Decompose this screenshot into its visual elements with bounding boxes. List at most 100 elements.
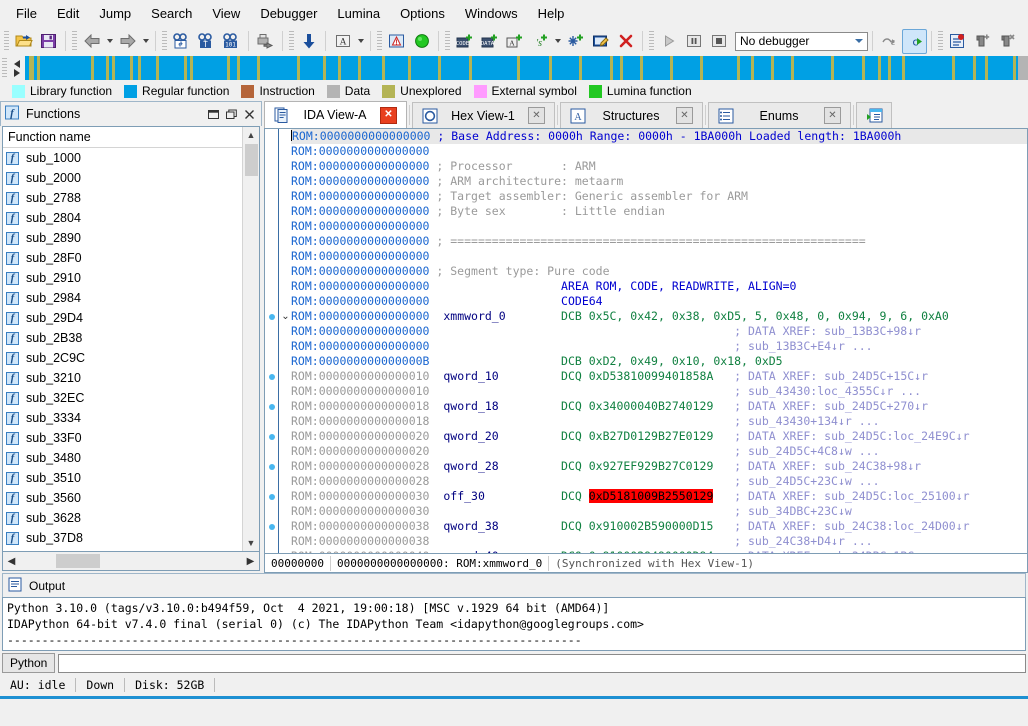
disasm-line[interactable]: ROM:000000000000000B DCB 0xD2, 0x49, 0x1…	[291, 354, 1027, 369]
list-item[interactable]: f sub_3334	[3, 408, 242, 428]
highlighted-operand[interactable]: 0xD5181009B2550129	[589, 489, 714, 503]
tab-close-button[interactable]: ✕	[824, 107, 841, 124]
list-item[interactable]: f sub_2984	[3, 288, 242, 308]
menu-item-options[interactable]: Options	[390, 2, 455, 25]
tab-imports[interactable]	[856, 102, 892, 128]
disasm-line[interactable]: ROM:0000000000000020 qword_20 DCQ 0xB27D…	[291, 429, 1027, 444]
navband-left-icon[interactable]	[14, 60, 20, 68]
menu-item-file[interactable]: File	[6, 2, 47, 25]
green-circle-icon[interactable]	[409, 29, 434, 54]
stop-icon[interactable]	[706, 29, 731, 54]
disasm-line[interactable]: ROM:0000000000000028 qword_28 DCQ 0x927E…	[291, 459, 1027, 474]
functions-vscrollbar[interactable]: ▲ ▼	[242, 127, 259, 551]
search-imm-icon[interactable]: 101	[219, 29, 244, 54]
list-item[interactable]: f sub_2000	[3, 168, 242, 188]
menu-item-view[interactable]: View	[202, 2, 250, 25]
tab-structures[interactable]: AStructures✕	[560, 102, 703, 128]
functions-column-header[interactable]: Function name	[3, 127, 242, 148]
scroll-left-icon[interactable]: ◀	[3, 553, 20, 570]
menu-item-edit[interactable]: Edit	[47, 2, 89, 25]
scroll-thumb[interactable]	[245, 144, 258, 176]
disasm-line[interactable]: ROM:0000000000000038 qword_38 DCQ 0x9100…	[291, 519, 1027, 534]
disasm-line[interactable]: ROM:0000000000000000	[291, 219, 1027, 234]
run-icon[interactable]	[656, 29, 681, 54]
list-item[interactable]: f sub_2890	[3, 228, 242, 248]
disasm-line[interactable]: ROM:0000000000000000 AREA ROM, CODE, REA…	[291, 279, 1027, 294]
make-code-icon[interactable]: CODE	[452, 29, 477, 54]
scroll-up-icon[interactable]: ▲	[243, 127, 259, 143]
disasm-line[interactable]: ROM:0000000000000000 CODE64	[291, 294, 1027, 309]
disasm-line[interactable]: ROM:0000000000000000 ; sub_13B3C+E4↓r ..…	[291, 339, 1027, 354]
disasm-line[interactable]: ROM:0000000000000000 ; =================…	[291, 234, 1027, 249]
list-item[interactable]: f sub_3480	[3, 448, 242, 468]
disasm-line[interactable]: ROM:0000000000000000	[291, 144, 1027, 159]
add-bp-icon[interactable]	[970, 29, 995, 54]
cli-input[interactable]	[58, 654, 1026, 673]
disasm-line[interactable]: ROM:0000000000000018 ; sub_43430+134↓r .…	[291, 414, 1027, 429]
disasm-line[interactable]: ROM:0000000000000000 ; Byte sex : Little…	[291, 204, 1027, 219]
disasm-line[interactable]: ROM:0000000000000040 qword_40 DCQ 0x9100…	[291, 549, 1027, 553]
list-item[interactable]: f sub_33F0	[3, 428, 242, 448]
disasm-line[interactable]: ROM:0000000000000018 qword_18 DCQ 0x3400…	[291, 399, 1027, 414]
search-text-icon[interactable]: T	[194, 29, 219, 54]
list-item[interactable]: f sub_32EC	[3, 388, 242, 408]
warning-icon[interactable]: !	[384, 29, 409, 54]
functions-rows[interactable]: f sub_1000 f sub_2000 f sub_2788 f sub_2…	[3, 148, 242, 551]
collapse-gutter[interactable]: ⌄	[279, 129, 291, 553]
functions-list[interactable]: Function name f sub_1000 f sub_2000 f su…	[2, 126, 260, 552]
navband-arrows[interactable]	[9, 56, 25, 80]
disasm-line[interactable]: ROM:0000000000000000 xmmword_0 DCB 0x5C,…	[291, 309, 1027, 324]
close-button[interactable]	[240, 106, 258, 123]
open-icon[interactable]	[11, 29, 36, 54]
disassembly-view[interactable]: ⌄ ROM:0000000000000000 ; Base Address: 0…	[264, 128, 1028, 554]
menu-item-windows[interactable]: Windows	[455, 2, 528, 25]
output-log[interactable]: Python 3.10.0 (tags/v3.10.0:b494f59, Oct…	[2, 597, 1026, 651]
list-item[interactable]: f sub_3628	[3, 508, 242, 528]
menu-item-debugger[interactable]: Debugger	[250, 2, 327, 25]
save-icon[interactable]	[36, 29, 61, 54]
back-dropdown-icon[interactable]	[104, 31, 115, 51]
make-struct-icon[interactable]: 's	[527, 29, 552, 54]
tab-close-button[interactable]: ✕	[528, 107, 545, 124]
list-item[interactable]: f sub_2804	[3, 208, 242, 228]
del-bp-icon[interactable]	[995, 29, 1020, 54]
disasm-line[interactable]: ROM:0000000000000028 ; sub_24D5C+23C↓w .…	[291, 474, 1027, 489]
delete-icon[interactable]	[613, 29, 638, 54]
list-item[interactable]: f sub_2910	[3, 268, 242, 288]
tab-ida-view-a[interactable]: IDA View-A✕	[264, 101, 407, 128]
forward-icon[interactable]	[115, 29, 140, 54]
disasm-line[interactable]: ROM:0000000000000000 ; Processor : ARM	[291, 159, 1027, 174]
edit-func-icon[interactable]	[588, 29, 613, 54]
list-item[interactable]: f sub_37D8	[3, 528, 242, 548]
disasm-line[interactable]: ROM:0000000000000000	[291, 249, 1027, 264]
disasm-line[interactable]: ROM:0000000000000020 ; sub_24D5C+4C8↓w .…	[291, 444, 1027, 459]
make-struct-dropdown-icon[interactable]	[552, 31, 563, 51]
maximize-button[interactable]	[222, 106, 240, 123]
tab-close-button[interactable]: ✕	[380, 107, 397, 124]
disasm-line[interactable]: ROM:0000000000000000 ; Segment type: Pur…	[291, 264, 1027, 279]
list-item[interactable]: f sub_2B38	[3, 328, 242, 348]
step-into-icon[interactable]: c	[902, 29, 927, 54]
chevron-down-icon[interactable]	[850, 33, 867, 50]
disasm-line[interactable]: ROM:0000000000000010 qword_10 DCQ 0xD538…	[291, 369, 1027, 384]
disasm-line[interactable]: ROM:0000000000000000 ; Target assembler:…	[291, 189, 1027, 204]
breakpoints-icon[interactable]	[945, 29, 970, 54]
list-item[interactable]: f sub_2C9C	[3, 348, 242, 368]
forward-dropdown-icon[interactable]	[140, 31, 151, 51]
collapse-chevron-icon[interactable]: ⌄	[280, 309, 291, 324]
disasm-line[interactable]: ROM:0000000000000030 off_30 DCQ 0xD51810…	[291, 489, 1027, 504]
menu-item-jump[interactable]: Jump	[89, 2, 141, 25]
make-ascii-icon[interactable]: A	[502, 29, 527, 54]
hscroll-track[interactable]	[20, 553, 242, 570]
step-over-icon[interactable]: c	[877, 29, 902, 54]
disasm-line[interactable]: ROM:0000000000000038 ; sub_24C38+D4↓r ..…	[291, 534, 1027, 549]
scroll-down-icon[interactable]: ▼	[243, 535, 259, 551]
disassembly-text[interactable]: ROM:0000000000000000 ; Base Address: 000…	[291, 129, 1027, 553]
menu-item-help[interactable]: Help	[528, 2, 575, 25]
functions-hscrollbar[interactable]: ◀ ▶	[2, 552, 260, 571]
menu-item-lumina[interactable]: Lumina	[327, 2, 390, 25]
disasm-line[interactable]: ROM:0000000000000010 ; sub_43430:loc_435…	[291, 384, 1027, 399]
ascii-dropdown-icon[interactable]	[355, 31, 366, 51]
jump-down-icon[interactable]	[296, 29, 321, 54]
navband-right-icon[interactable]	[14, 69, 20, 77]
